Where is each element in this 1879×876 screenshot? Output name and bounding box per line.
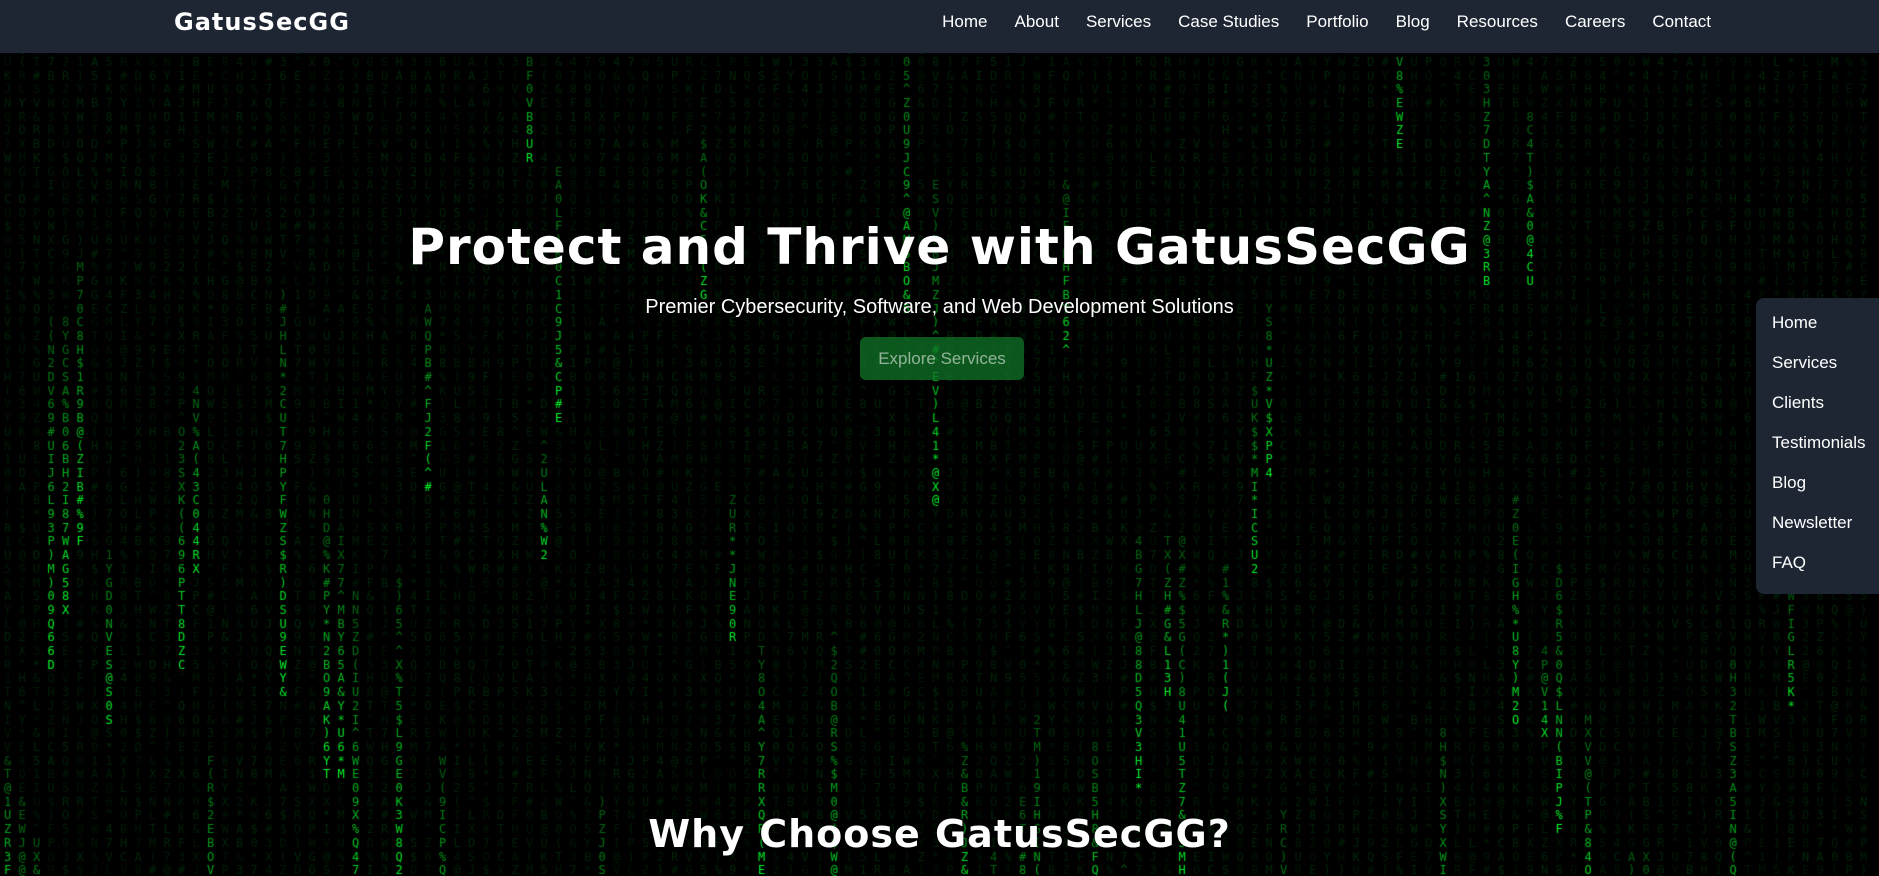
nav-link-blog[interactable]: Blog: [1396, 0, 1430, 44]
side-nav-item-testimonials[interactable]: Testimonials: [1756, 430, 1879, 470]
nav-link-about[interactable]: About: [1015, 0, 1059, 44]
nav-link-services[interactable]: Services: [1086, 0, 1151, 44]
matrix-rain-background: [0, 0, 1879, 876]
nav-link-home[interactable]: Home: [942, 0, 987, 44]
side-nav-item-clients[interactable]: Clients: [1756, 390, 1879, 430]
nav-link-portfolio[interactable]: Portfolio: [1306, 0, 1368, 44]
nav-link-case-studies[interactable]: Case Studies: [1178, 0, 1279, 44]
hero-subtitle: Premier Cybersecurity, Software, and Web…: [645, 296, 1234, 318]
top-navbar: GatusSecGG Home About Services Case Stud…: [0, 0, 1879, 53]
side-nav: Home Services Clients Testimonials Blog …: [1756, 298, 1879, 594]
side-nav-item-newsletter[interactable]: Newsletter: [1756, 510, 1879, 550]
page: GatusSecGG Home About Services Case Stud…: [0, 0, 1879, 876]
nav-link-careers[interactable]: Careers: [1565, 0, 1625, 44]
nav-link-contact[interactable]: Contact: [1652, 0, 1711, 44]
why-choose-heading: Why Choose GatusSecGG?: [648, 812, 1231, 856]
side-nav-item-services[interactable]: Services: [1756, 350, 1879, 390]
hero-title: Protect and Thrive with GatusSecGG: [408, 218, 1471, 276]
top-nav-links: Home About Services Case Studies Portfol…: [942, 0, 1711, 44]
brand-logo[interactable]: GatusSecGG: [174, 0, 350, 44]
side-nav-item-home[interactable]: Home: [1756, 310, 1879, 350]
nav-link-resources[interactable]: Resources: [1457, 0, 1538, 44]
explore-services-button[interactable]: Explore Services: [860, 337, 1024, 380]
side-nav-item-blog[interactable]: Blog: [1756, 470, 1879, 510]
side-nav-item-faq[interactable]: FAQ: [1756, 550, 1879, 590]
